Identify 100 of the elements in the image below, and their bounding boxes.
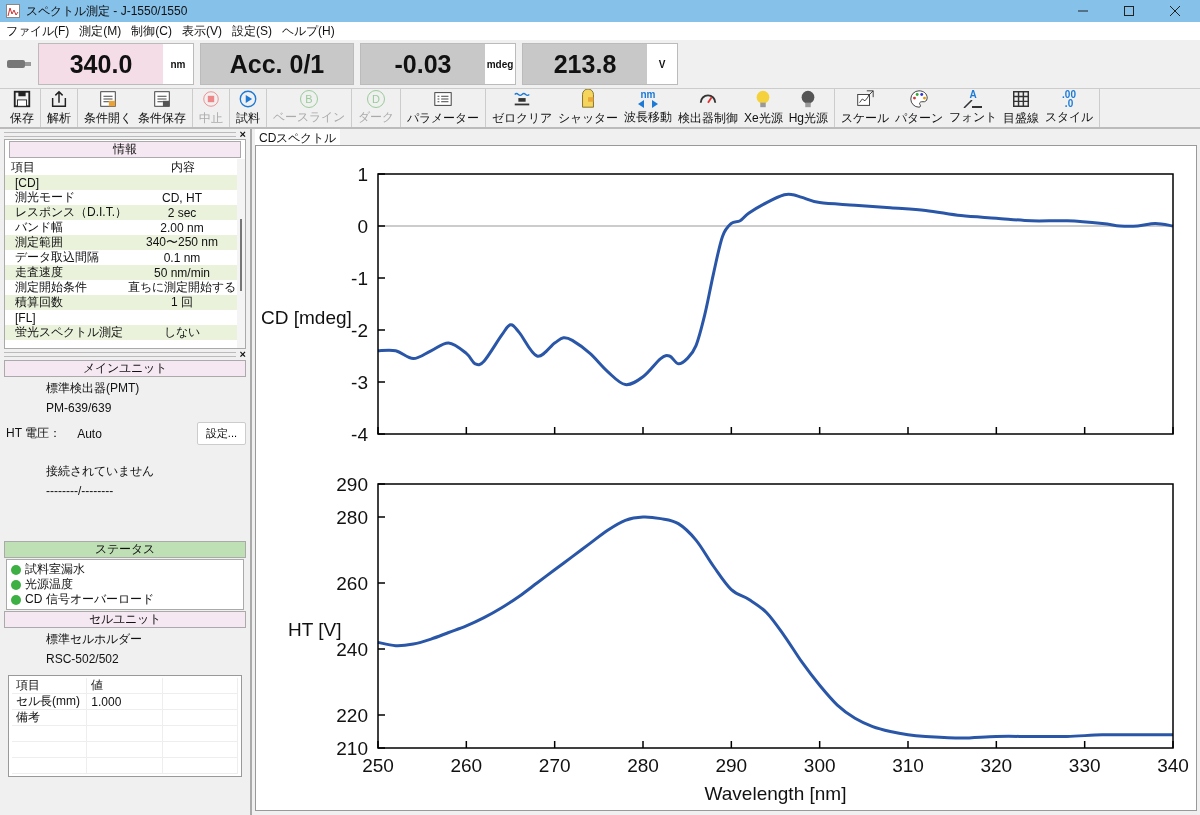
table-cell-text: 1 回 <box>170 294 194 311</box>
list-icon <box>432 89 454 109</box>
tick-label: 260 <box>450 755 483 776</box>
tick-label: 300 <box>803 755 836 776</box>
menu-item[interactable]: ヘルプ(H) <box>282 22 335 40</box>
tick-label: -4 <box>351 424 368 445</box>
tick-label: 1 <box>357 164 368 185</box>
table-cell: セル長(mm) <box>12 694 88 709</box>
connection-text: 接続されていません <box>45 462 155 480</box>
toolbar-button[interactable]: Hg光源 <box>785 89 832 127</box>
tick-label: 270 <box>538 755 571 776</box>
field-value: Auto <box>77 426 102 441</box>
panel-header: ステータス <box>4 541 246 558</box>
toolbar-button[interactable]: 保存 <box>7 89 37 127</box>
table-cell-text: バンド幅 <box>14 219 64 236</box>
toolbar-button[interactable]: nm 波長移動 <box>621 89 675 127</box>
toolbar-button[interactable]: 検出器制御 <box>675 89 741 127</box>
palette-icon <box>908 89 931 109</box>
toolbar-button[interactable]: Xe光源 <box>741 89 786 127</box>
lamp-icon <box>6 57 32 71</box>
menu-item[interactable]: 測定(M) <box>79 22 122 40</box>
document-icon <box>97 89 119 109</box>
close-button[interactable]: × <box>239 129 246 139</box>
axis-title: CD [mdeg] <box>261 307 352 328</box>
table-cell-text: 2 sec <box>166 205 198 220</box>
close-button[interactable]: × <box>239 349 246 359</box>
tick-label: 220 <box>336 705 368 726</box>
tick-label: -2 <box>351 320 368 341</box>
tick-label: 290 <box>715 755 748 776</box>
tick-label: 0 <box>357 216 368 237</box>
toolbar-button[interactable]: シャッター <box>555 89 621 127</box>
table-cell-text: 積算回数 <box>14 294 64 311</box>
maximize-icon[interactable] <box>1124 6 1134 16</box>
table-cell-text: 測定開始条件 <box>14 279 88 296</box>
table-cell-text: [CD] <box>14 175 40 190</box>
toolbar-button[interactable]: 条件保存 <box>135 89 189 127</box>
tick-label: 290 <box>336 474 368 495</box>
axis-title: Wavelength [nm] <box>704 783 847 804</box>
menu-item[interactable]: 表示(V) <box>182 22 222 40</box>
field-label: HT 電圧： <box>6 425 62 442</box>
app-icon <box>6 4 20 18</box>
table-cell-text: しない <box>163 324 201 341</box>
detector-name: 標準検出器(PMT) <box>45 379 141 397</box>
toolbar-button[interactable]: 解析 <box>44 89 74 127</box>
table-cell-text: [FL] <box>14 310 37 325</box>
play-icon <box>237 89 259 109</box>
table-cell-text: 50 nm/min <box>153 265 211 280</box>
tick-label: -3 <box>351 372 368 393</box>
icon-text: .00 .0 <box>1062 90 1076 108</box>
arrows-icon <box>637 100 659 108</box>
column-header: 項目 <box>12 678 88 693</box>
save-icon <box>11 89 33 109</box>
holder-name: 標準セルホルダー <box>45 630 143 648</box>
readout-value: Acc. 0/1 <box>201 44 353 84</box>
model-text: PM-639/639 <box>45 400 113 417</box>
table-cell-text: 測定範囲 <box>14 234 64 251</box>
tick-label: 340 <box>1157 755 1189 776</box>
tick-label: -1 <box>351 268 368 289</box>
scale-icon <box>854 89 877 109</box>
toolbar-button[interactable]: .00 .0 スタイル <box>1042 89 1097 127</box>
tab[interactable]: CDスペクトル <box>255 129 341 145</box>
panel-header: 情報 <box>9 141 241 158</box>
table-cell-text: 走査速度 <box>14 264 64 281</box>
settings-button[interactable]: 設定... <box>196 422 246 445</box>
unit-label: V <box>657 57 667 72</box>
toolbar-button[interactable]: 目盛線 <box>1000 89 1043 127</box>
scrollbar[interactable] <box>237 159 245 348</box>
toolbar-button[interactable]: パターン <box>892 89 947 127</box>
unit-label: nm <box>169 57 187 72</box>
tick-label: 320 <box>980 755 1013 776</box>
readout-value: 340.0 <box>39 44 163 84</box>
tick-label: 280 <box>627 755 659 776</box>
status-label: 光源温度 <box>25 576 73 593</box>
table-cell-text: 蛍光スペクトル測定 <box>14 325 124 341</box>
table-cell: 備考 <box>12 710 88 725</box>
readout-value: -0.03 <box>361 44 485 84</box>
close-icon[interactable] <box>1170 6 1180 16</box>
table-cell-text: レスポンス（D.I.T.） <box>14 204 127 221</box>
table-cell-text: 2.00 nm <box>159 220 205 235</box>
toolbar-button[interactable]: パラメーター <box>404 89 482 127</box>
readout-value: 213.8 <box>523 44 647 84</box>
column-header: 値 <box>87 678 163 693</box>
table-cell: 1.000 <box>91 694 122 709</box>
toolbar-button[interactable]: ゼロクリア <box>489 89 555 127</box>
toolbar-button[interactable]: A フォント <box>946 89 1001 127</box>
toolbar-button[interactable]: 試料 <box>233 89 263 127</box>
tick-label: 280 <box>336 507 368 528</box>
toolbar-button[interactable]: 条件開く <box>81 89 135 127</box>
menu-item[interactable]: ファイル(F) <box>6 22 70 40</box>
connection-value: --------/-------- <box>45 483 115 500</box>
menu-item[interactable]: 制御(C) <box>131 22 172 40</box>
menu-item[interactable]: 設定(S) <box>232 22 272 40</box>
table-cell-text: 測光モード <box>14 190 76 206</box>
stop-icon <box>200 89 222 109</box>
unit-label: mdeg <box>485 57 515 72</box>
table-cell-text: 340〜250 nm <box>144 234 219 251</box>
table-cell-text: データ取込間隔 <box>14 249 100 266</box>
toolbar-button[interactable]: スケール <box>838 89 893 127</box>
document-icon <box>151 89 173 109</box>
status-label: 試料室漏水 <box>25 561 85 578</box>
